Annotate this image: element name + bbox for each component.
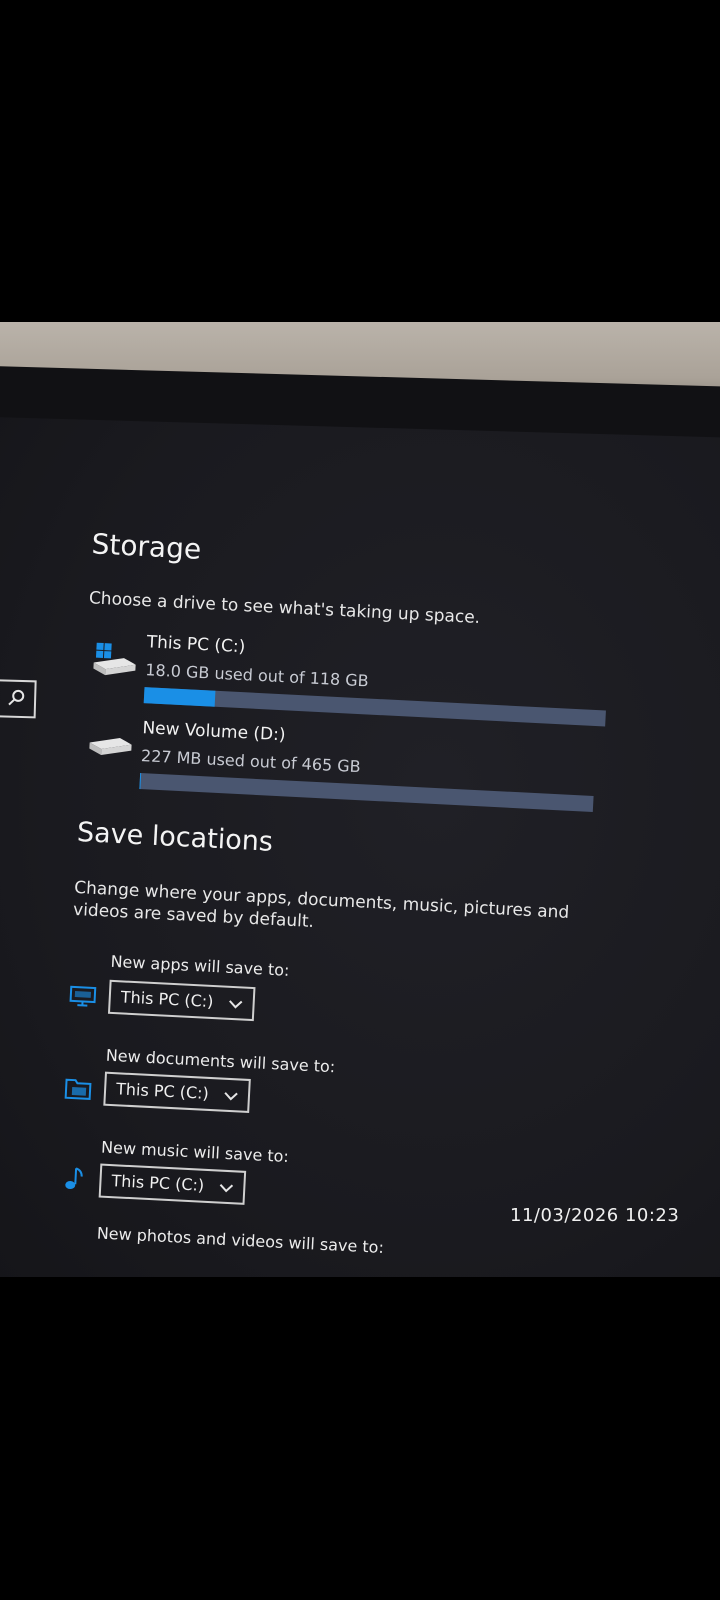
music-note-icon (65, 1167, 83, 1190)
apps-save-location-dropdown[interactable]: This PC (C:) (107, 979, 256, 1022)
dropdown-value: This PC (C:) (120, 987, 214, 1012)
chevron-down-icon (224, 1091, 238, 1100)
apps-save-label: New apps will save to: (110, 951, 290, 980)
drive-name: New Volume (D:) (141, 718, 286, 746)
folder-icon (64, 1078, 92, 1100)
drive-usage-bar (143, 687, 606, 727)
chevron-down-icon (228, 999, 243, 1009)
dropdown-value: This PC (C:) (115, 1079, 210, 1103)
save-locations-heading: Save locations (76, 816, 274, 858)
photo-timestamp: 11/03/2026 10:23 (510, 1205, 680, 1226)
photos-save-label: New photos and videos will save to: (96, 1223, 385, 1257)
drive-usage: 227 MB used out of 465 GB (140, 746, 362, 777)
storage-heading: Storage (90, 527, 202, 566)
windows-drive-icon (93, 642, 136, 676)
dropdown-value: This PC (C:) (111, 1171, 205, 1195)
hard-drive-icon (89, 737, 132, 756)
drive-usage-bar-fill (143, 687, 216, 707)
drive-usage-bar (139, 773, 594, 813)
documents-save-location-dropdown[interactable]: This PC (C:) (103, 1071, 251, 1113)
photo-frame: Storage Choose a drive to see what's tak… (0, 322, 720, 1277)
monitor-icon (69, 985, 97, 1007)
documents-save-label: New documents will save to: (105, 1045, 336, 1077)
music-save-label: New music will save to: (100, 1137, 290, 1167)
save-locations-description: Change where your apps, documents, music… (72, 877, 570, 933)
drive-name: This PC (C:) (146, 632, 246, 658)
storage-content: Storage Choose a drive to see what's tak… (0, 417, 720, 1277)
storage-description: Choose a drive to see what's taking up s… (88, 588, 481, 629)
chevron-down-icon (219, 1183, 233, 1192)
settings-screen: Storage Choose a drive to see what's tak… (0, 417, 720, 1277)
music-save-location-dropdown[interactable]: This PC (C:) (98, 1163, 247, 1205)
drive-usage: 18.0 GB used out of 118 GB (144, 660, 370, 691)
drive-usage-bar-fill (139, 773, 142, 790)
